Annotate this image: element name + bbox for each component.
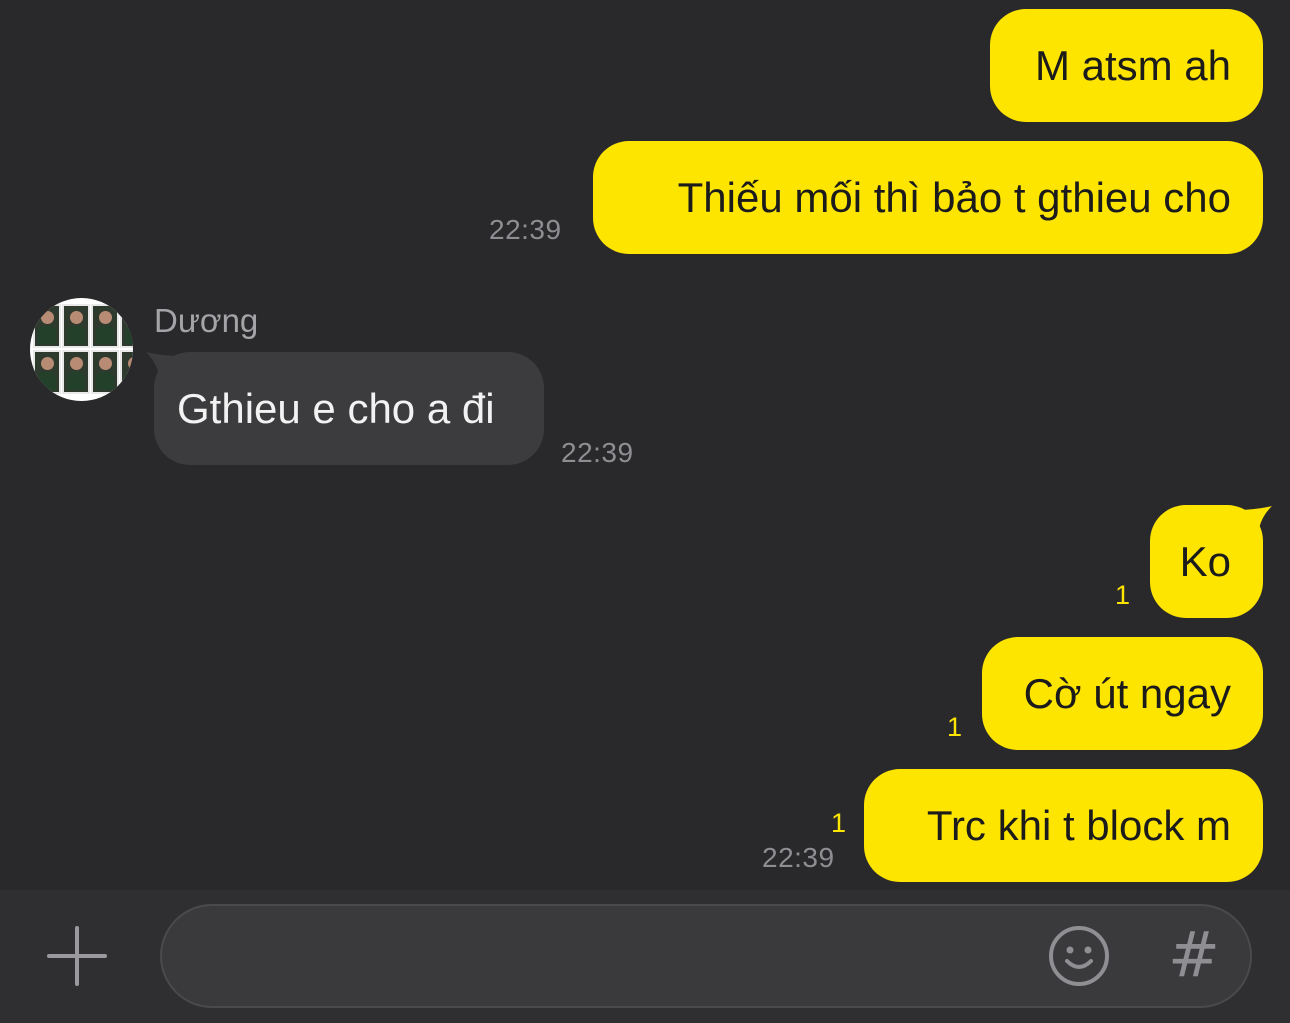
avatar[interactable] (30, 298, 133, 401)
message-text: Cờ út ngay (1023, 669, 1231, 717)
message-text: Gthieu e cho a đi (177, 384, 495, 432)
avatar-photo-tile (91, 304, 119, 348)
message-timestamp: 22:39 (762, 842, 835, 873)
add-attachment-button[interactable] (46, 925, 108, 987)
hashtag-button[interactable]: # (1168, 922, 1220, 988)
avatar-photo-tile (91, 350, 119, 394)
message-text: M atsm ah (1034, 41, 1231, 89)
message-text: Trc khi t block m (926, 801, 1231, 849)
sender-name: Dương (154, 302, 259, 339)
message-timestamp: 22:39 (489, 214, 562, 245)
emoji-button[interactable] (1048, 925, 1110, 987)
avatar-photo-tile (62, 350, 90, 394)
avatar-photo-tile (120, 304, 133, 348)
message-text: Ko (1179, 537, 1231, 585)
message-text: Thiếu mối thì bảo t gthieu cho (677, 173, 1231, 221)
smiley-icon (1049, 926, 1109, 986)
avatar-photo-tile (33, 350, 61, 394)
unread-count: 1 (947, 712, 963, 742)
unread-count: 1 (1115, 580, 1131, 610)
message-bubble-outgoing[interactable]: Trc khi t block m (864, 769, 1263, 882)
message-bubble-incoming[interactable]: Gthieu e cho a đi (154, 352, 544, 465)
message-bubble-outgoing[interactable]: Cờ út ngay (982, 637, 1263, 750)
plus-icon (47, 926, 107, 986)
message-timestamp: 22:39 (561, 437, 634, 468)
message-bubble-outgoing[interactable]: Ko (1150, 505, 1263, 618)
chat-area[interactable]: M atsm ah Thiếu mối thì bảo t gthieu cho… (0, 0, 1290, 890)
avatar-photo-tile (33, 304, 61, 348)
avatar-photo-tile (120, 350, 133, 394)
message-bubble-outgoing[interactable]: Thiếu mối thì bảo t gthieu cho (593, 141, 1263, 254)
avatar-photo-tile (62, 304, 90, 348)
message-bubble-outgoing[interactable]: M atsm ah (990, 9, 1263, 122)
unread-count: 1 (831, 808, 847, 838)
